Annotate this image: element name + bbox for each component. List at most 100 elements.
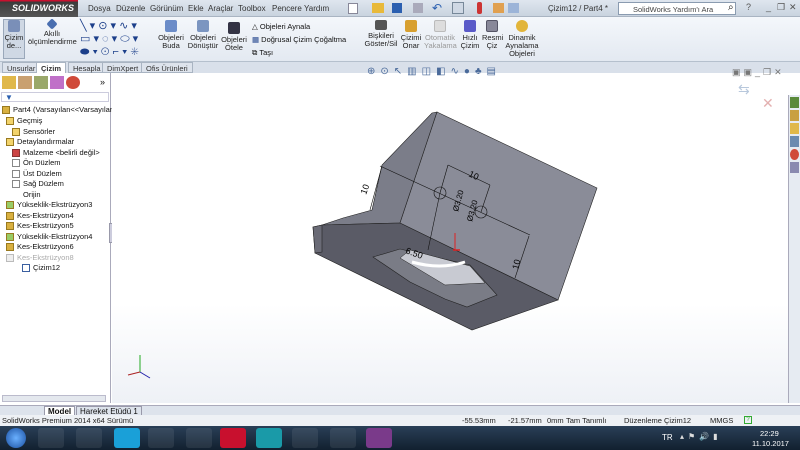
tab-ofis-urunleri[interactable]: Ofis Ürünleri [141,62,193,73]
save-icon[interactable] [392,3,402,13]
sketch-button[interactable]: Çizim de... [3,19,25,59]
tree-item-editing[interactable]: Kes-Ekstrüzyon8 [6,253,74,262]
open-folder-icon[interactable] [372,3,384,13]
tree-item[interactable]: Kes-Ekstrüzyon4 [6,211,74,220]
trim-button[interactable]: Objeleri Buda [156,20,186,50]
tree-item[interactable]: Sensörler [12,127,55,136]
help-search-input[interactable]: SolidWorks Yardım'ı Ara [618,2,736,15]
dimension-label[interactable]: 10 [358,183,371,196]
menu-gorunum[interactable]: Görünüm [150,4,183,13]
resources-icon[interactable] [790,97,799,108]
tree-item[interactable]: Malzeme <belirli değil> [12,148,100,157]
show-relations-button[interactable]: Bişkileri Göster/Sil [364,20,398,48]
options-icon[interactable] [508,3,519,13]
restore-button[interactable]: ❐ [777,2,785,13]
network-app-taskbar-icon[interactable] [186,428,212,448]
slot-icon[interactable]: ⬬ ▾ [80,46,98,58]
search-icon[interactable]: ⌕ [728,2,734,13]
dimxpert-manager-icon[interactable] [50,76,64,89]
help-status-icon[interactable]: ? [744,416,752,424]
menu-araclar[interactable]: Araçlar [208,4,233,13]
horizontal-scrollbar[interactable] [2,395,106,402]
solidworks-taskbar-icon[interactable] [220,428,246,448]
rectangle-icon[interactable]: ▭ ▾ [80,33,99,45]
tree-item-sketch[interactable]: Çizim12 [22,263,60,273]
explorer-taskbar-icon[interactable] [38,428,64,448]
rebuild-icon[interactable] [477,2,482,14]
file-properties-icon[interactable] [493,3,504,13]
menu-yardim[interactable]: Yardım [304,4,329,13]
system-tray-icons[interactable]: ▴⚑🔊▮ [680,432,722,441]
property-manager-icon[interactable] [18,76,32,89]
clock-date[interactable]: 11.10.2017 [752,439,789,448]
tree-item[interactable]: Kes-Ekstrüzyon6 [6,242,74,252]
display-manager-icon[interactable] [66,76,80,89]
language-indicator[interactable]: TR [662,433,673,442]
s-app-taskbar-icon[interactable] [148,428,174,448]
smart-dimension-button[interactable]: Akıllı ölçümlendirme [28,18,77,46]
close-button[interactable]: ✕ [789,2,797,13]
tree-item[interactable]: Geçmiş [6,116,42,126]
tree-item[interactable]: Yükseklik-Ekstrüzyon3 [6,200,92,210]
repair-sketch-button[interactable]: Çizimi Onar [399,20,423,50]
tree-item[interactable]: Ön Düzlem [12,158,61,168]
graphics-area[interactable]: ⊕⊙↖▥◫◧∿●♣▤ ▣▣_❐✕ ⇆ ✕ 10 10 Ø3.20 Ø3.20 6… [112,66,788,403]
tree-item[interactable]: Yükseklik-Ekstrüzyon4 [6,232,92,241]
menu-ekle[interactable]: Ekle [188,4,204,13]
tab-cizim[interactable]: Çizim [36,62,67,73]
ellipse-icon[interactable]: ⬭ ▾ [120,33,138,45]
tree-item[interactable]: Üst Düzlem [12,169,62,178]
tree-item[interactable]: Kes-Ekstrüzyon5 [6,221,74,231]
fillet-icon[interactable]: ⌐ ▾ [113,46,128,58]
tab-dimxpert[interactable]: DimXpert [102,62,144,73]
tab-hesapla[interactable]: Hesapla [68,62,106,73]
point-icon[interactable]: ✳ [130,46,138,58]
tree-item[interactable]: Detaylandırmalar [6,137,74,147]
polygon-icon[interactable]: ⊙ [101,46,110,58]
new-file-icon[interactable] [348,3,358,14]
move-button[interactable]: ⧉ Taşı [252,46,346,59]
convert-button[interactable]: Objeleri Dönüştür [186,20,220,50]
menu-duzenle[interactable]: Düzenle [116,4,145,13]
select-icon[interactable] [452,2,464,14]
tree-root[interactable]: Part4 (Varsayılan<<Varsayılan> [2,105,118,115]
configuration-manager-icon[interactable] [34,76,48,89]
tree-item[interactable]: Orijin [12,190,41,199]
arduino-taskbar-icon[interactable] [256,428,282,448]
notepad-taskbar-icon[interactable] [292,428,318,448]
line-icon[interactable]: ╲ ▾ [80,20,95,32]
dynamic-mirror-button[interactable]: Dinamik Aynalama Objeleri [504,20,540,58]
units-selector[interactable]: MMGS [710,416,733,425]
expand-chevron-icon[interactable]: » [100,77,105,87]
start-button[interactable] [6,428,26,448]
auto-snap-button[interactable]: Otomatik Yakalama [424,20,457,50]
help-icon[interactable]: ? [746,2,751,12]
menu-dosya[interactable]: Dosya [88,4,111,13]
view-palette-icon[interactable] [790,136,799,147]
tab-unsurlar[interactable]: Unsurlar [2,62,41,73]
tree-item[interactable]: Sağ Düzlem [12,179,64,189]
undo-icon[interactable]: ↶ [432,1,442,15]
sketch-picture-button[interactable]: Resmi Çiz [482,20,503,50]
linear-pattern-button[interactable]: ▦ Doğrusal Çizim Çoğaltma [252,33,346,46]
minimize-button[interactable]: _ [766,2,771,12]
rapid-sketch-button[interactable]: Hızlı Çizim [460,20,480,50]
file-explorer-icon[interactable] [790,123,799,134]
winrar-taskbar-icon[interactable] [366,428,392,448]
spline-icon[interactable]: ∿ ▾ [119,20,137,32]
print-icon[interactable] [413,3,423,13]
offset-button[interactable]: Objeleri Ötele [220,22,248,52]
feature-tree-icon[interactable] [2,76,16,89]
mirror-button[interactable]: △ Objeleri Aynala [252,20,346,33]
custom-properties-icon[interactable] [790,162,799,173]
clock-time[interactable]: 22:29 [760,429,779,438]
circle-icon[interactable]: ⊙ ▾ [98,20,116,32]
menu-toolbox[interactable]: Toolbox [238,4,266,13]
download-manager-taskbar-icon[interactable] [330,428,356,448]
solidworks-logo[interactable]: SOLIDWORKS [0,0,78,17]
arc-icon[interactable]: ◌ ▾ [102,33,117,45]
design-library-icon[interactable] [790,110,799,121]
appearances-icon[interactable] [790,149,799,160]
menu-pencere[interactable]: Pencere [272,4,302,13]
c-app-taskbar-icon[interactable] [114,428,140,448]
